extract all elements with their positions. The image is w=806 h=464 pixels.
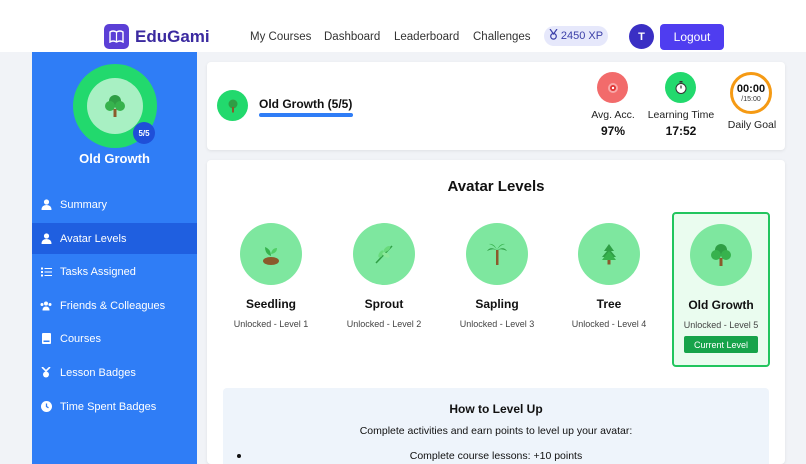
list-icon — [40, 266, 52, 278]
level-card-old-growth[interactable]: Old Growth Unlocked - Level 5 Current Le… — [672, 212, 770, 367]
pine-icon — [578, 223, 640, 285]
sidebar: 5/5 Old Growth Summary Avatar Levels Tas… — [32, 52, 197, 464]
level-card-tree[interactable]: Tree Unlocked - Level 4 — [559, 220, 659, 350]
sidebar-item-avatar-levels[interactable]: Avatar Levels — [32, 223, 197, 254]
howto-description: Complete activities and earn points to l… — [359, 425, 633, 437]
users-icon — [40, 300, 52, 312]
book-icon — [40, 333, 52, 345]
badge-icon — [40, 367, 52, 379]
level-name: Seedling — [245, 297, 296, 311]
app-logo[interactable]: EduGami — [104, 24, 210, 49]
palm-icon — [466, 223, 528, 285]
current-level-badge: Current Level — [684, 336, 758, 353]
level-status: Unlocked - Level 2 — [346, 319, 422, 329]
daily-goal-time: 00:00 — [736, 82, 766, 95]
sidebar-item-label: Time Spent Badges — [60, 400, 157, 413]
tree-icon — [217, 90, 248, 121]
section-title: Avatar Levels — [447, 178, 545, 195]
sidebar-item-lesson-badges[interactable]: Lesson Badges — [32, 357, 197, 388]
logout-button[interactable]: Logout — [660, 24, 724, 50]
nav-my-courses[interactable]: My Courses — [250, 31, 311, 43]
sidebar-item-courses[interactable]: Courses — [32, 323, 197, 354]
sidebar-item-time-spent-badges[interactable]: Time Spent Badges — [32, 391, 197, 422]
nav-leaderboard[interactable]: Leaderboard — [394, 31, 459, 43]
level-status: Unlocked - Level 3 — [459, 319, 535, 329]
book-icon — [104, 24, 129, 49]
level-status: Unlocked - Level 1 — [233, 319, 309, 329]
target-icon — [597, 72, 628, 103]
level-status: Unlocked - Level 4 — [571, 319, 647, 329]
level-status: Unlocked - Level 5 — [683, 320, 759, 330]
level-name: Sapling — [475, 297, 519, 311]
level-card-sprout[interactable]: Sprout Unlocked - Level 2 — [334, 220, 434, 350]
sidebar-item-label: Avatar Levels — [60, 232, 127, 245]
user-avatar[interactable]: T — [629, 24, 654, 49]
learning-time-label: Learning Time — [647, 109, 715, 121]
level-card-seedling[interactable]: Seedling Unlocked - Level 1 — [221, 220, 321, 350]
avg-acc-value: 97% — [600, 124, 626, 138]
level-name: Tree — [596, 297, 622, 311]
sidebar-item-friends-colleagues[interactable]: Friends & Colleagues — [32, 290, 197, 321]
user-icon — [40, 233, 52, 245]
howto-list-item: Complete course lessons: +10 points — [409, 450, 583, 462]
level-name: Sprout — [364, 297, 404, 311]
user-icon — [40, 199, 52, 211]
sidebar-item-summary[interactable]: Summary — [32, 189, 197, 220]
tree-icon — [690, 224, 752, 286]
avatar-levels-card: Avatar Levels Seedling Unlocked - Level … — [207, 160, 785, 464]
sidebar-item-tasks-assigned[interactable]: Tasks Assigned — [32, 256, 197, 287]
sidebar-item-label: Tasks Assigned — [60, 265, 136, 278]
xp-value: 2450 XP — [560, 30, 604, 42]
nav-challenges[interactable]: Challenges — [473, 31, 531, 43]
level-progress-bar — [259, 113, 353, 117]
app-name: EduGami — [135, 26, 210, 46]
top-nav: EduGami My Courses Dashboard Leaderboard… — [0, 0, 806, 52]
daily-goal-target: /15:00 — [741, 95, 761, 103]
nav-dashboard[interactable]: Dashboard — [324, 31, 380, 43]
level-name: Old Growth — [688, 298, 754, 312]
level-card-sapling[interactable]: Sapling Unlocked - Level 3 — [447, 220, 547, 350]
learning-time-value: 17:52 — [665, 124, 697, 138]
avg-acc-label: Avg. Acc. — [591, 109, 635, 121]
level-badge: 5/5 — [133, 122, 155, 144]
sidebar-item-label: Lesson Badges — [60, 366, 136, 379]
seedling-icon — [240, 223, 302, 285]
sprout-icon — [353, 223, 415, 285]
stats-card: Old Growth (5/5) Avg. Acc. 97% Learning … — [207, 62, 785, 150]
avatar-name: Old Growth — [79, 151, 150, 166]
daily-goal-ring: 00:00 /15:00 — [730, 72, 772, 114]
sidebar-item-label: Summary — [60, 198, 108, 211]
current-level-title: Old Growth (5/5) — [259, 97, 353, 111]
sidebar-item-label: Courses — [60, 332, 101, 345]
stopwatch-icon — [665, 72, 696, 103]
medal-icon — [549, 28, 558, 43]
sidebar-item-label: Friends & Colleagues — [60, 299, 166, 312]
level-progress-fill — [259, 113, 353, 117]
how-to-level-up: How to Level Up Complete activities and … — [223, 388, 769, 464]
howto-title: How to Level Up — [449, 402, 543, 416]
clock-icon — [40, 401, 52, 413]
xp-badge: 2450 XP — [544, 26, 608, 46]
daily-goal-label: Daily Goal — [727, 119, 777, 131]
